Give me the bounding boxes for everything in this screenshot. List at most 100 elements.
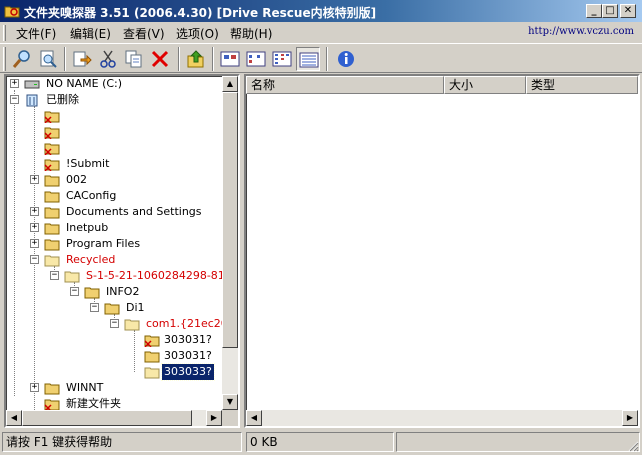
deleted-folder-icon [44, 159, 60, 171]
status-extra [396, 432, 640, 452]
menu-file[interactable]: 文件(F) [16, 25, 56, 42]
collapse-toggle[interactable]: − [90, 303, 99, 312]
tree-node-inetpub[interactable]: + Inetpub [6, 220, 226, 236]
maximize-button[interactable]: □ [602, 4, 618, 18]
folder-icon [44, 239, 60, 251]
tree-node-303031a[interactable]: 303031? [6, 332, 226, 348]
close-button[interactable]: ✕ [620, 4, 636, 18]
tree-node-sid[interactable]: − S-1-5-21-1060284298-81149 [6, 268, 240, 284]
small-icons-view-icon[interactable] [244, 47, 268, 71]
scroll-left-button[interactable]: ◀ [6, 410, 22, 426]
tree-node-unnamed[interactable] [6, 140, 226, 156]
menu-options[interactable]: 选项(O) [176, 25, 219, 42]
expand-toggle[interactable]: + [30, 223, 39, 232]
toolbar-separator [64, 47, 66, 71]
tree-node-label: WINNT [66, 381, 104, 394]
toolbar-grip [3, 47, 6, 71]
tree-node-di1[interactable]: − Di1 [6, 300, 226, 316]
tree-node-documents[interactable]: + Documents and Settings [6, 204, 226, 220]
tree-node-drive-c[interactable]: + NO NAME (C:) [6, 76, 226, 92]
recycle-bin-icon [26, 94, 38, 107]
scroll-thumb[interactable] [222, 92, 238, 348]
scroll-down-button[interactable]: ▼ [222, 394, 238, 410]
tree-node-unnamed[interactable] [6, 124, 226, 140]
file-list[interactable]: 名称 大小 类型 ◀ ▶ [244, 74, 640, 428]
tree-node-deleted[interactable]: − 已删除 [6, 92, 226, 108]
tree-vertical-scrollbar[interactable]: ▲ ▼ [222, 76, 238, 410]
expand-toggle[interactable]: + [30, 175, 39, 184]
move-icon[interactable] [70, 47, 94, 71]
column-header-type[interactable]: 类型 [526, 76, 638, 94]
tree-node-label: S-1-5-21-1060284298-81149 [86, 269, 240, 282]
list-view-icon[interactable] [270, 47, 294, 71]
tree-node-submit[interactable]: !Submit [6, 156, 226, 172]
collapse-toggle[interactable]: − [10, 95, 19, 104]
tree-horizontal-scrollbar[interactable]: ◀ ▶ [6, 410, 222, 426]
scan-icon[interactable] [36, 47, 60, 71]
menu-help[interactable]: 帮助(H) [230, 25, 272, 42]
minimize-button[interactable]: _ [586, 4, 602, 18]
title-bar[interactable]: 文件夹嗅探器 3.51 (2006.4.30) [Drive Rescue内核特… [0, 0, 642, 22]
up-folder-icon[interactable] [184, 47, 208, 71]
tree-node-label: 002 [66, 173, 87, 186]
status-size: 0 KB [246, 432, 394, 452]
toolbar-separator [212, 47, 214, 71]
window-title: 文件夹嗅探器 3.51 (2006.4.30) [Drive Rescue内核特… [24, 6, 377, 20]
tree-node-com1[interactable]: − com1.{21ec2020 [6, 316, 238, 332]
details-view-icon[interactable] [296, 47, 320, 71]
expand-toggle[interactable]: + [10, 79, 19, 88]
tree-node-303031b[interactable]: 303031? [6, 348, 226, 364]
deleted-folder-icon [44, 399, 60, 411]
folder-icon [44, 191, 60, 203]
expand-toggle[interactable]: + [30, 383, 39, 392]
folder-icon [104, 303, 120, 315]
about-icon[interactable] [334, 47, 358, 71]
search-icon[interactable] [10, 47, 34, 71]
tree-node-label: 303031? [164, 333, 212, 346]
large-icons-view-icon[interactable] [218, 47, 242, 71]
tree-node-002[interactable]: + 002 [6, 172, 226, 188]
delete-icon[interactable] [148, 47, 172, 71]
main-window: 文件夹嗅探器 3.51 (2006.4.30) [Drive Rescue内核特… [0, 0, 642, 455]
deleted-folder-icon [144, 335, 160, 347]
tree-node-info2[interactable]: − INFO2 [6, 284, 226, 300]
deleted-folder-icon [44, 143, 60, 155]
collapse-toggle[interactable]: − [110, 319, 119, 328]
copy-icon[interactable] [122, 47, 146, 71]
cut-icon[interactable] [96, 47, 120, 71]
tree-node-label: Inetpub [66, 221, 109, 234]
tree-node-caconfig[interactable]: CAConfig [6, 188, 226, 204]
scroll-up-button[interactable]: ▲ [222, 76, 238, 92]
status-help: 请按 F1 键获得帮助 [2, 432, 242, 452]
tree-node-unnamed[interactable] [6, 108, 226, 124]
column-header-name[interactable]: 名称 [246, 76, 444, 94]
list-horizontal-scrollbar[interactable]: ◀ ▶ [246, 410, 638, 426]
tree-node-winnt[interactable]: + WINNT [6, 380, 226, 396]
scroll-right-button[interactable]: ▶ [622, 410, 638, 426]
open-folder-icon [144, 367, 160, 379]
tree-node-label: !Submit [66, 157, 110, 170]
scroll-corner [222, 410, 238, 426]
collapse-toggle[interactable]: − [30, 255, 39, 264]
menu-edit[interactable]: 编辑(E) [70, 25, 111, 42]
tree-node-label: 303031? [164, 349, 212, 362]
expand-toggle[interactable]: + [30, 239, 39, 248]
open-folder-icon [124, 319, 140, 331]
tree-node-recycled[interactable]: − Recycled [6, 252, 226, 268]
tree-node-303033[interactable]: 303033? [6, 363, 226, 381]
collapse-toggle[interactable]: − [50, 271, 59, 280]
scroll-thumb[interactable] [22, 410, 192, 426]
resize-grip-icon[interactable] [627, 440, 639, 452]
tree-node-label: Recycled [66, 253, 116, 266]
expand-toggle[interactable]: + [30, 207, 39, 216]
open-folder-icon [64, 271, 80, 283]
scroll-left-button[interactable]: ◀ [246, 410, 262, 426]
website-link[interactable]: http://www.vczu.com [528, 26, 634, 37]
menu-view[interactable]: 查看(V) [123, 25, 165, 42]
folder-tree[interactable]: + NO NAME (C:) − 已删除 !Submit + 002 CACon… [4, 74, 240, 428]
scroll-right-button[interactable]: ▶ [206, 410, 222, 426]
deleted-folder-icon [44, 127, 60, 139]
collapse-toggle[interactable]: − [70, 287, 79, 296]
column-header-size[interactable]: 大小 [444, 76, 526, 94]
tree-node-program-files[interactable]: + Program Files [6, 236, 226, 252]
